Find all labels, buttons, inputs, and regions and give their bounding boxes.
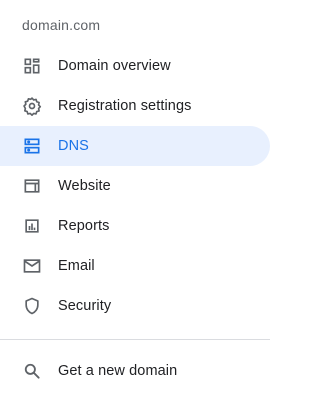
divider <box>0 339 270 340</box>
sidebar-item-label: Email <box>58 258 95 274</box>
shield-icon <box>22 296 42 316</box>
get-new-domain-link[interactable]: Get a new domain <box>0 351 284 391</box>
sidebar-item-label: Registration settings <box>58 98 192 114</box>
sidebar-item-website[interactable]: Website <box>0 166 284 206</box>
sidebar-item-email[interactable]: Email <box>0 246 284 286</box>
sidebar-item-label: DNS <box>58 138 89 154</box>
dashboard-icon <box>22 56 42 76</box>
domain-name: domain.com <box>22 17 101 33</box>
sidebar-item-dns[interactable]: DNS <box>0 126 270 166</box>
mail-icon <box>22 256 42 276</box>
sidebar-item-label: Domain overview <box>58 58 171 74</box>
sidebar-item-registration-settings[interactable]: Registration settings <box>0 86 284 126</box>
dns-icon <box>22 136 42 156</box>
sidebar-item-label: Website <box>58 178 111 194</box>
web-icon <box>22 176 42 196</box>
sidebar-item-domain-overview[interactable]: Domain overview <box>0 46 284 86</box>
sidebar-item-label: Reports <box>58 218 110 234</box>
domain-sidebar: domain.com Domain overview Registration … <box>0 0 284 396</box>
sidebar-item-security[interactable]: Security <box>0 286 284 326</box>
get-domain-section: Get a new domain <box>0 351 284 391</box>
chart-icon <box>22 216 42 236</box>
get-new-domain-label: Get a new domain <box>58 363 178 379</box>
gear-icon <box>22 96 42 116</box>
search-icon <box>22 361 42 381</box>
sidebar-item-label: Security <box>58 298 112 314</box>
sidebar-item-reports[interactable]: Reports <box>0 206 284 246</box>
nav-list: Domain overview Registration settings DN… <box>0 46 284 326</box>
